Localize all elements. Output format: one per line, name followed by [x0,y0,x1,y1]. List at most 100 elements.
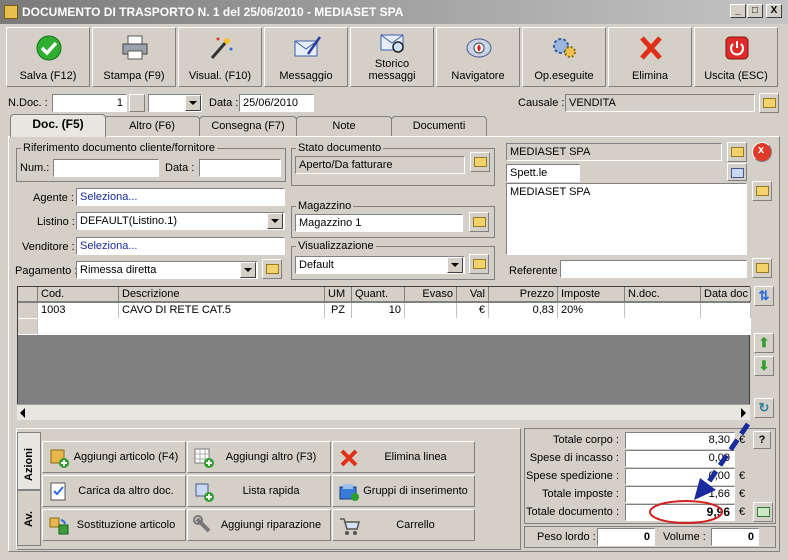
listino-select[interactable]: DEFAULT(Listino.1) [76,212,285,230]
table-row-empty[interactable] [18,319,751,335]
cart-button[interactable]: Carrello [332,509,475,541]
cell-val[interactable]: € [457,303,489,318]
warehouse-field[interactable]: Magazzino 1 [295,214,463,232]
load-from-doc-button[interactable]: Carica da altro doc. [42,475,186,507]
shipping-fees-value[interactable]: 0,00 [625,468,735,485]
quick-list-button[interactable]: Lista rapida [187,475,331,507]
volume-value[interactable]: 0 [711,528,759,546]
referente-folder-button[interactable] [752,258,772,278]
customer-folder-button[interactable] [727,142,747,162]
app-icon [4,5,18,19]
tab-altro[interactable]: Altro (F6) [104,116,200,136]
chevron-down-icon[interactable] [240,262,256,278]
customer-address-field[interactable]: MEDIASET SPA [506,183,747,255]
message-button[interactable]: Messaggio [264,27,348,87]
tab-doc[interactable]: Doc. (F5) [10,114,106,137]
venditore-field[interactable]: Seleziona... [76,237,285,255]
col-imposte[interactable]: Imposte [558,287,625,302]
tab-consegna[interactable]: Consegna (F7) [199,116,297,136]
cell-um[interactable]: PZ [325,303,352,318]
customer-title-field[interactable]: Spett.le [506,164,580,182]
col-quant[interactable]: Quant. [352,287,405,302]
delete-button[interactable]: Elimina [608,27,692,87]
shipping-fees-label: Spese spedizione : [526,470,619,482]
pagamento-folder-button[interactable] [262,259,282,279]
add-article-button[interactable]: Aggiungi articolo (F4) [42,441,186,473]
chevron-down-icon[interactable] [447,257,463,273]
gross-weight-value[interactable]: 0 [597,528,655,546]
exit-button[interactable]: Uscita (ESC) [694,27,778,87]
move-up-button[interactable]: ⬆ [754,333,774,353]
cell-evaso[interactable] [405,303,457,318]
tab-azioni[interactable]: Azioni [17,432,41,490]
total-search-button[interactable] [753,502,773,522]
preview-button[interactable]: Visual. (F10) [178,27,262,87]
address-folder-button[interactable] [752,181,772,201]
close-window-button[interactable]: X [766,4,782,18]
customer-search-button[interactable] [727,163,747,181]
navigator-button[interactable]: Navigatore [436,27,520,87]
col-ndoc[interactable]: N.doc. [625,287,701,302]
row-selector[interactable] [18,303,38,318]
message-history-button[interactable]: Storico messaggi [350,27,434,87]
cell-prezzo[interactable]: 0,83 [489,303,558,318]
move-down-blue-button[interactable]: ⇅ [754,286,774,306]
maximize-button[interactable]: □ [747,4,763,18]
move-down-button[interactable]: ⬇ [754,356,774,376]
col-um[interactable]: UM [325,287,352,302]
chevron-down-icon[interactable] [267,213,283,229]
delete-line-button[interactable]: Elimina linea [332,441,475,473]
view-select[interactable]: Default [295,256,465,274]
refresh-button[interactable]: ↻ [754,398,774,418]
agente-field[interactable]: Seleziona... [76,188,285,206]
pagamento-select[interactable]: Rimessa diretta [76,261,258,279]
add-repair-button[interactable]: Aggiungi riparazione [187,509,331,541]
insert-groups-button[interactable]: Gruppi di inserimento [332,475,475,507]
printer-icon [122,35,148,60]
minimize-button[interactable]: _ [730,4,746,18]
items-grid[interactable]: Cod. Descrizione UM Quant. Evaso Val Pre… [17,286,751,414]
cell-quant[interactable]: 10 [352,303,405,318]
collection-fees-value[interactable]: 0,00 [625,450,735,467]
chevron-down-icon[interactable] [185,95,201,111]
operations-button[interactable]: Op.eseguite [522,27,606,87]
row-selector[interactable] [18,319,38,334]
date-input[interactable]: 25/06/2010 [239,94,314,112]
cell-cod[interactable]: 1003 [38,303,119,318]
save-button[interactable]: Salva (F12) [6,27,90,87]
col-val[interactable]: Val [457,287,489,302]
tab-note[interactable]: Note [296,116,392,136]
view-folder-button[interactable] [469,254,489,274]
tab-documenti[interactable]: Documenti [391,116,487,136]
col-descrizione[interactable]: Descrizione [119,287,325,302]
table-row[interactable]: 1003 CAVO DI RETE CAT.5 PZ 10 € 0,83 20% [18,303,751,319]
replace-article-button[interactable]: Sostituzione articolo [42,509,186,541]
referente-input[interactable] [560,260,747,278]
customer-clear-button[interactable]: x [752,142,772,162]
ndoc-button[interactable] [129,94,145,112]
causale-field[interactable]: VENDITA [565,94,755,112]
cell-ndoc[interactable] [625,303,701,318]
help-button[interactable]: ? [753,431,771,449]
ref-date-input[interactable] [199,159,281,177]
add-other-button[interactable]: Aggiungi altro (F3) [187,441,331,473]
ndoc-input[interactable]: 1 [52,94,127,112]
print-button[interactable]: Stampa (F9) [92,27,176,87]
col-evaso[interactable]: Evaso [405,287,457,302]
scroll-left-icon[interactable] [20,408,25,418]
col-data-doc[interactable]: Data doc [701,287,751,302]
cell-imposte[interactable]: 20% [558,303,625,318]
col-prezzo[interactable]: Prezzo [489,287,558,302]
col-cod[interactable]: Cod. [38,287,119,302]
customer-name-field[interactable]: MEDIASET SPA [506,143,722,161]
tab-av[interactable]: Av. [17,490,41,546]
ref-num-input[interactable] [53,159,159,177]
scroll-right-icon[interactable] [741,408,746,418]
cell-data-doc[interactable] [701,303,751,318]
warehouse-folder-button[interactable] [469,212,489,232]
grid-horizontal-scrollbar[interactable] [17,404,750,420]
cell-descrizione[interactable]: CAVO DI RETE CAT.5 [119,303,325,318]
wrench-icon [193,515,211,533]
status-folder-button[interactable] [470,152,490,172]
causale-folder-button[interactable] [759,93,779,113]
